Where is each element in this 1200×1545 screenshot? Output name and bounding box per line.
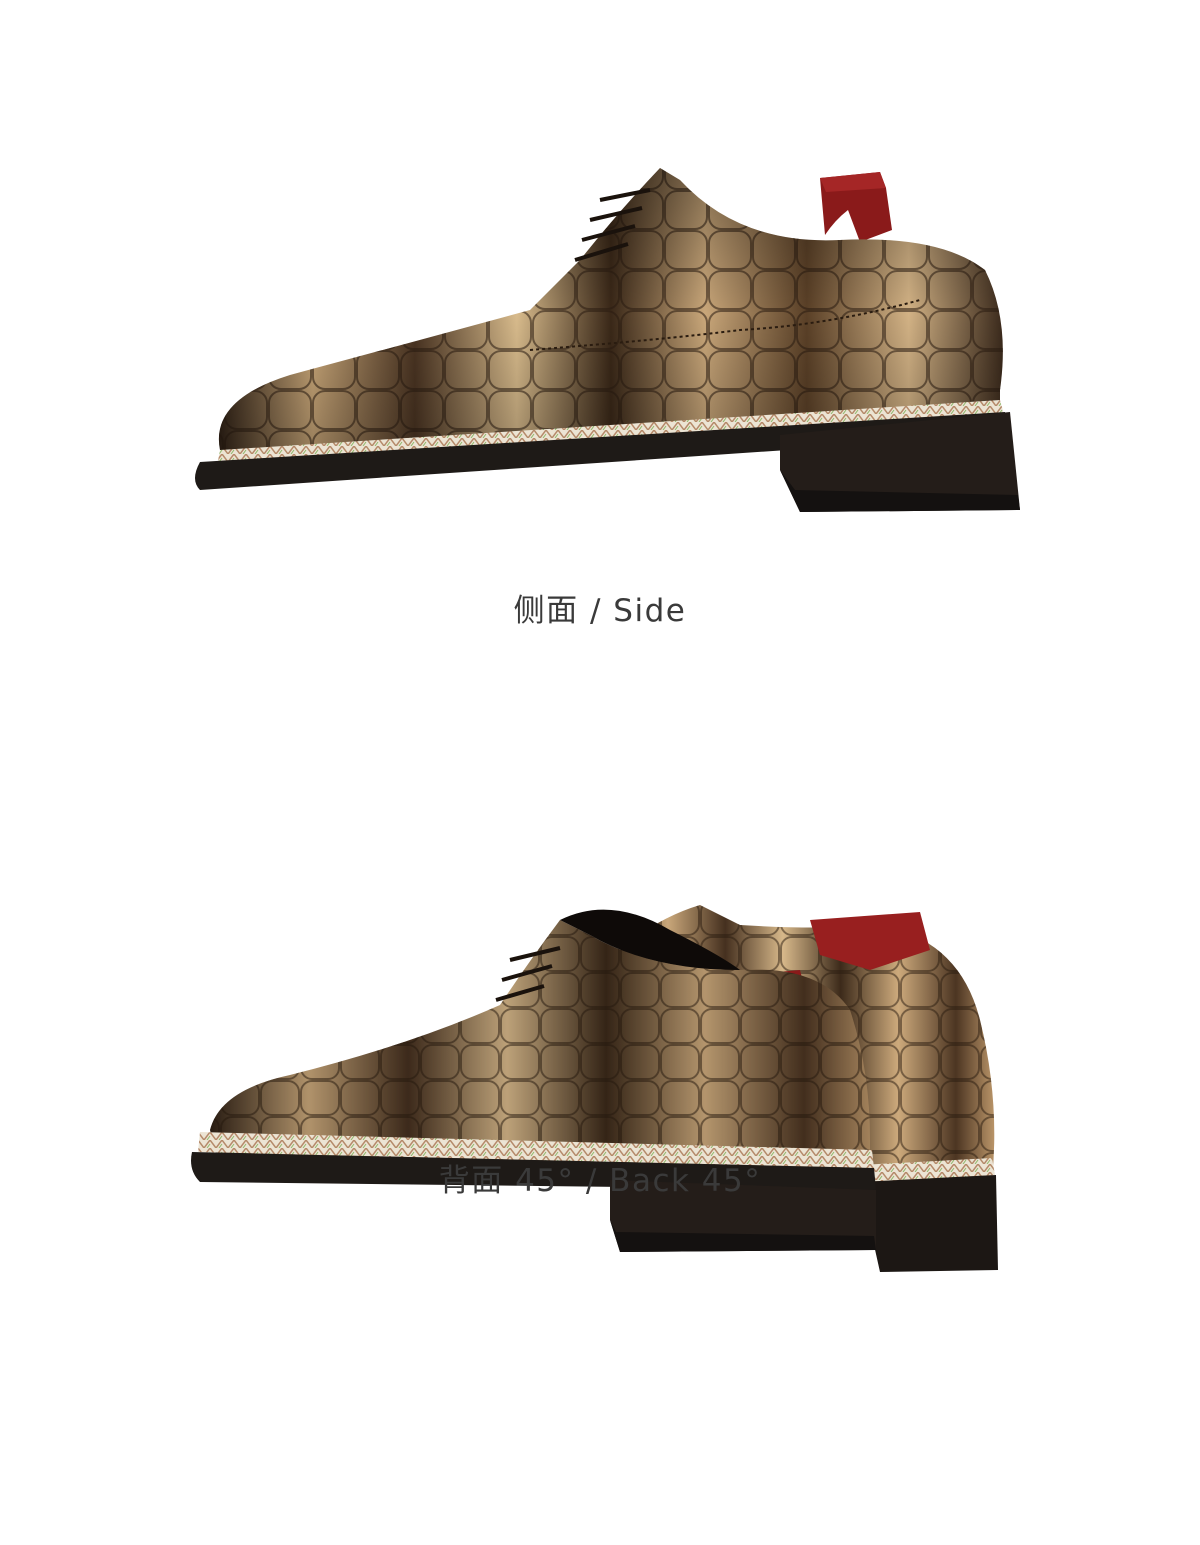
side-view-caption: 侧面 / Side (513, 593, 687, 629)
back-45-view-section: 背面 45° / Back 45° (0, 660, 1200, 1545)
side-view-shoe-image (195, 168, 1020, 512)
back-45-view-shoe-image (191, 905, 998, 1272)
back-45-view-caption: 背面 45° / Back 45° (438, 1163, 762, 1199)
side-view-section: 侧面 / Side (0, 0, 1200, 660)
